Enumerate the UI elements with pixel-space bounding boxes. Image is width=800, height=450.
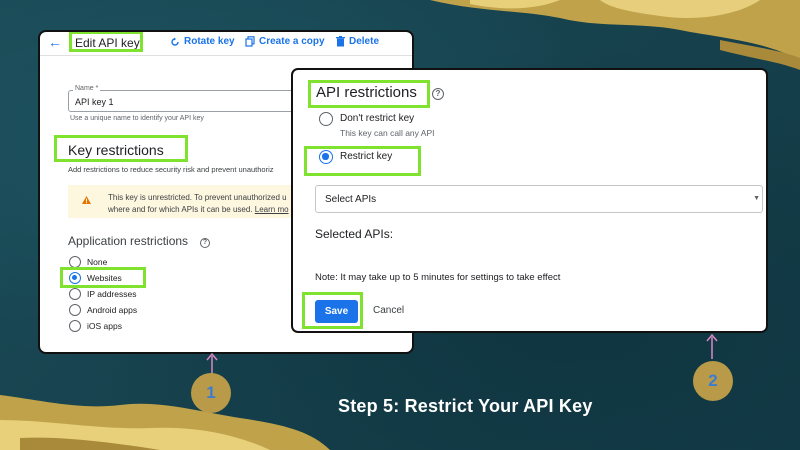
warning-line-2: where and for which APIs it can be used. <box>108 205 253 214</box>
step-1-badge: 1 <box>191 373 231 413</box>
select-apis-dropdown[interactable]: Select APIs ▼ <box>315 185 763 213</box>
learn-more-link[interactable]: Learn mo <box>255 205 289 214</box>
selected-apis-label: Selected APIs: <box>315 227 394 241</box>
settings-delay-note: Note: It may take up to 5 minutes for se… <box>315 272 561 283</box>
trash-icon <box>336 36 345 47</box>
create-copy-label: Create a copy <box>259 36 325 47</box>
api-restrictions-highlight-box <box>308 80 430 108</box>
key-restrictions-description: Add restrictions to reduce security risk… <box>68 165 274 174</box>
help-icon[interactable]: ? <box>432 88 444 100</box>
rotate-icon <box>171 37 179 46</box>
dont-restrict-sublabel: This key can call any API <box>340 128 435 138</box>
warning-icon <box>82 196 91 204</box>
name-field-value: API key 1 <box>75 97 114 107</box>
select-apis-placeholder: Select APIs <box>325 194 377 205</box>
restrict-key-highlight-box <box>304 146 421 176</box>
copy-icon <box>245 36 255 47</box>
websites-highlight-box <box>60 267 146 288</box>
radio-dont-restrict[interactable] <box>319 112 333 126</box>
warning-line-1: This key is unrestricted. To prevent una… <box>108 193 287 202</box>
step-caption: Step 5: Restrict Your API Key <box>338 396 593 416</box>
back-arrow-icon[interactable]: ← <box>48 34 62 50</box>
key-restrictions-highlight-box <box>54 135 188 162</box>
option-ip-addresses-label: IP addresses <box>87 289 137 299</box>
delete-button[interactable]: Delete <box>336 36 379 47</box>
option-android-apps-label: Android apps <box>87 305 138 315</box>
rotate-key-button[interactable]: Rotate key <box>170 36 235 47</box>
name-field-label: Name * <box>73 85 101 92</box>
step-2-badge: 2 <box>693 361 733 401</box>
option-none-label: None <box>87 257 108 267</box>
option-ios-apps-label: iOS apps <box>87 321 122 331</box>
dropdown-arrow-icon: ▼ <box>753 195 760 202</box>
radio-ip-addresses[interactable] <box>69 288 81 300</box>
application-restrictions-heading: Application restrictions <box>68 234 189 248</box>
cancel-button[interactable]: Cancel <box>373 305 404 316</box>
name-field-hint: Use a unique name to identify your API k… <box>70 115 204 122</box>
step-1-arrow-icon <box>206 352 218 374</box>
api-restrictions-panel: API restrictions ? Don't restrict key Th… <box>291 68 768 333</box>
save-highlight-box <box>302 292 363 329</box>
create-copy-button[interactable]: Create a copy <box>245 36 325 47</box>
title-highlight-box <box>69 32 143 52</box>
dont-restrict-label: Don't restrict key <box>340 113 415 124</box>
step-2-arrow-icon <box>706 333 718 359</box>
radio-android-apps[interactable] <box>69 304 81 316</box>
radio-ios-apps[interactable] <box>69 320 81 332</box>
rotate-key-label: Rotate key <box>184 36 235 47</box>
delete-label: Delete <box>349 36 380 47</box>
help-icon[interactable]: ? <box>200 238 210 248</box>
